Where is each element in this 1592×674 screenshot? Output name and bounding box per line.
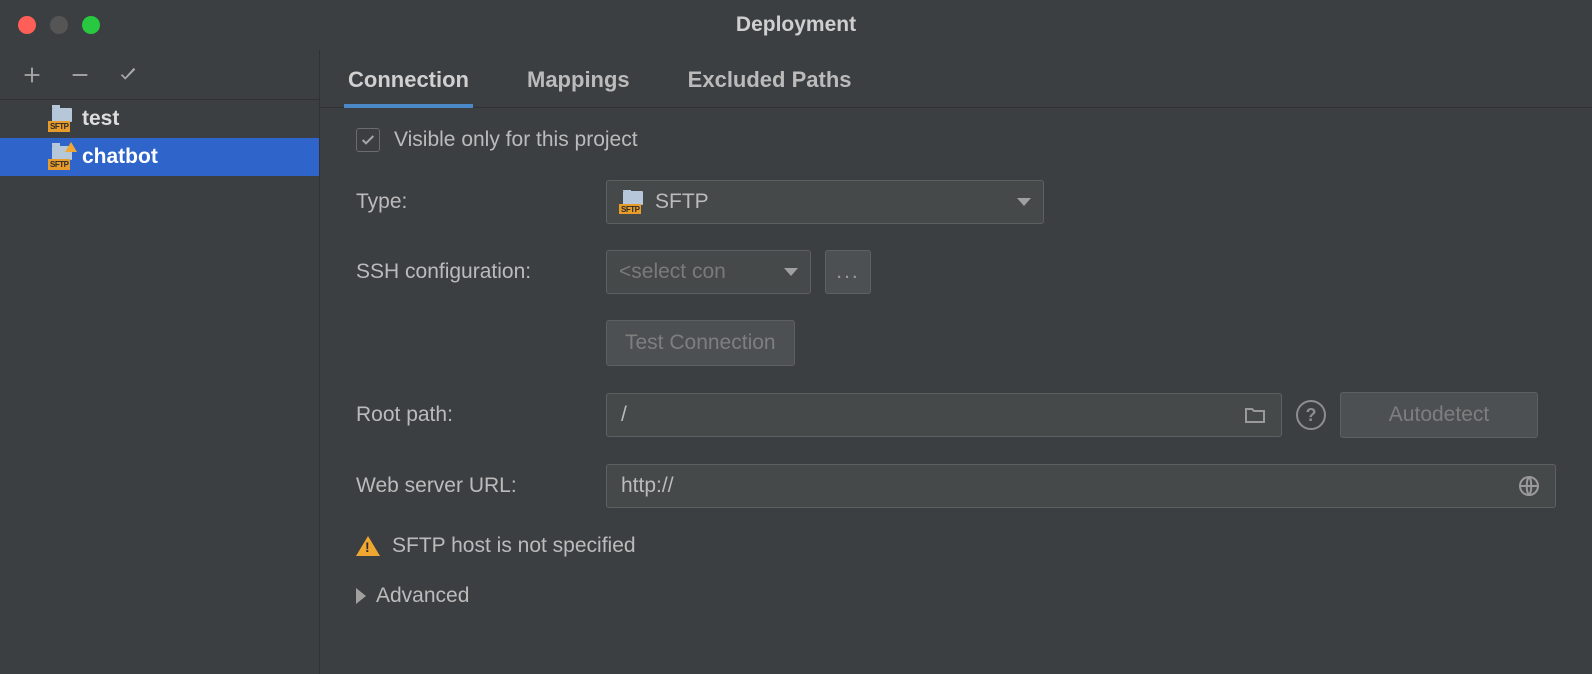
globe-icon[interactable] bbox=[1517, 474, 1541, 498]
add-server-button[interactable] bbox=[18, 61, 46, 89]
server-list: SFTP test SFTP chatbot bbox=[0, 100, 319, 674]
advanced-section-toggle[interactable]: Advanced bbox=[356, 584, 1556, 608]
web-url-value: http:// bbox=[621, 474, 1517, 498]
server-item-label: chatbot bbox=[82, 145, 158, 169]
tab-excluded-paths[interactable]: Excluded Paths bbox=[684, 55, 856, 107]
warning-text: SFTP host is not specified bbox=[392, 534, 636, 558]
root-path-input[interactable]: / bbox=[606, 393, 1282, 437]
sftp-icon: SFTP bbox=[48, 108, 74, 130]
autodetect-button[interactable]: Autodetect bbox=[1340, 392, 1538, 438]
root-path-label: Root path: bbox=[356, 403, 606, 427]
type-label: Type: bbox=[356, 190, 606, 214]
web-url-input[interactable]: http:// bbox=[606, 464, 1556, 508]
plus-icon bbox=[21, 64, 43, 86]
test-connection-button[interactable]: Test Connection bbox=[606, 320, 795, 366]
minus-icon bbox=[69, 64, 91, 86]
ssh-config-dropdown[interactable]: <select con bbox=[606, 250, 811, 294]
warning-row: SFTP host is not specified bbox=[356, 534, 1556, 558]
connection-form: Visible only for this project Type: SFTP… bbox=[320, 108, 1592, 628]
ssh-config-label: SSH configuration: bbox=[356, 260, 606, 284]
chevron-down-icon bbox=[784, 268, 798, 276]
ssh-config-placeholder: <select con bbox=[619, 260, 726, 284]
set-default-button[interactable] bbox=[114, 61, 142, 89]
content-pane: Connection Mappings Excluded Paths Visib… bbox=[320, 50, 1592, 674]
remove-server-button[interactable] bbox=[66, 61, 94, 89]
tab-mappings[interactable]: Mappings bbox=[523, 55, 634, 107]
visible-only-row: Visible only for this project bbox=[356, 128, 1556, 152]
ssh-config-browse-button[interactable]: ... bbox=[825, 250, 871, 294]
server-item-test[interactable]: SFTP test bbox=[0, 100, 319, 138]
tab-connection[interactable]: Connection bbox=[344, 55, 473, 107]
check-icon bbox=[117, 64, 139, 86]
server-item-chatbot[interactable]: SFTP chatbot bbox=[0, 138, 319, 176]
visible-only-label: Visible only for this project bbox=[394, 128, 638, 152]
window-title: Deployment bbox=[0, 13, 1592, 37]
root-path-value: / bbox=[621, 403, 1243, 427]
sidebar-toolbar bbox=[0, 50, 319, 100]
root-path-help-icon[interactable]: ? bbox=[1296, 400, 1326, 430]
main-layout: SFTP test SFTP chatbot Connection Mappin… bbox=[0, 50, 1592, 674]
chevron-down-icon bbox=[1017, 198, 1031, 206]
web-url-label: Web server URL: bbox=[356, 474, 606, 498]
sidebar: SFTP test SFTP chatbot bbox=[0, 50, 320, 674]
sftp-icon: SFTP bbox=[48, 146, 74, 168]
visible-only-checkbox[interactable] bbox=[356, 128, 380, 152]
type-value: SFTP bbox=[655, 190, 709, 214]
server-item-label: test bbox=[82, 107, 119, 131]
tab-bar: Connection Mappings Excluded Paths bbox=[320, 50, 1592, 108]
sftp-icon: SFTP bbox=[619, 191, 645, 213]
checkmark-icon bbox=[360, 132, 376, 148]
warning-icon bbox=[356, 536, 380, 556]
type-dropdown[interactable]: SFTP SFTP bbox=[606, 180, 1044, 224]
titlebar: Deployment bbox=[0, 0, 1592, 50]
triangle-right-icon bbox=[356, 588, 366, 604]
folder-icon[interactable] bbox=[1243, 403, 1267, 427]
advanced-label: Advanced bbox=[376, 584, 469, 608]
